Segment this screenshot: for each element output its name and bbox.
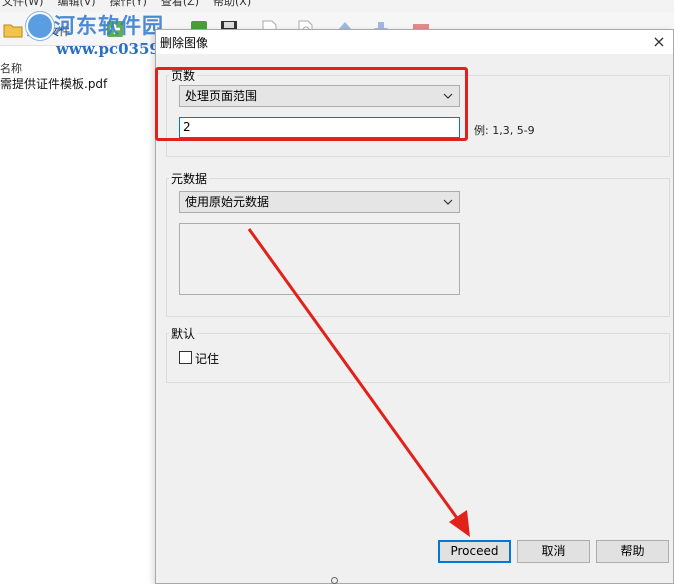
highlight-box xyxy=(155,67,468,141)
help-button[interactable]: 帮助 xyxy=(596,540,669,563)
file-list-item[interactable]: 需提供证件模板.pdf xyxy=(0,75,107,92)
proceed-button[interactable]: Proceed xyxy=(438,540,511,563)
cancel-button[interactable]: 取消 xyxy=(517,540,590,563)
remember-label[interactable]: 记住 xyxy=(195,350,219,367)
watermark-logo-icon xyxy=(26,12,54,40)
default-group-legend: 默认 xyxy=(169,325,198,342)
folder-icon[interactable] xyxy=(2,18,24,40)
remember-checkbox[interactable] xyxy=(179,351,192,364)
menu-help[interactable]: 帮助(X) xyxy=(211,0,253,12)
dialog-title: 删除图像 xyxy=(160,36,209,50)
chevron-down-icon xyxy=(443,199,453,205)
menu-view[interactable]: 查看(Z) xyxy=(159,0,201,12)
dialog-titlebar[interactable]: 删除图像 × xyxy=(156,30,673,54)
metadata-value: 使用原始元数据 xyxy=(185,195,270,209)
list-header-name[interactable]: 名称 xyxy=(0,60,22,76)
page-range-hint: 例: 1,3, 5-9 xyxy=(474,124,535,137)
cursor-mark-icon xyxy=(331,577,338,584)
metadata-list[interactable] xyxy=(179,223,460,295)
menu-file[interactable]: 文件(W) xyxy=(0,0,45,12)
watermark-title: 河东软件园 xyxy=(54,13,164,38)
default-group: 默认 xyxy=(166,325,670,383)
close-icon[interactable]: × xyxy=(645,30,673,54)
metadata-select[interactable]: 使用原始元数据 xyxy=(179,191,460,213)
metadata-group-legend: 元数据 xyxy=(169,170,210,187)
